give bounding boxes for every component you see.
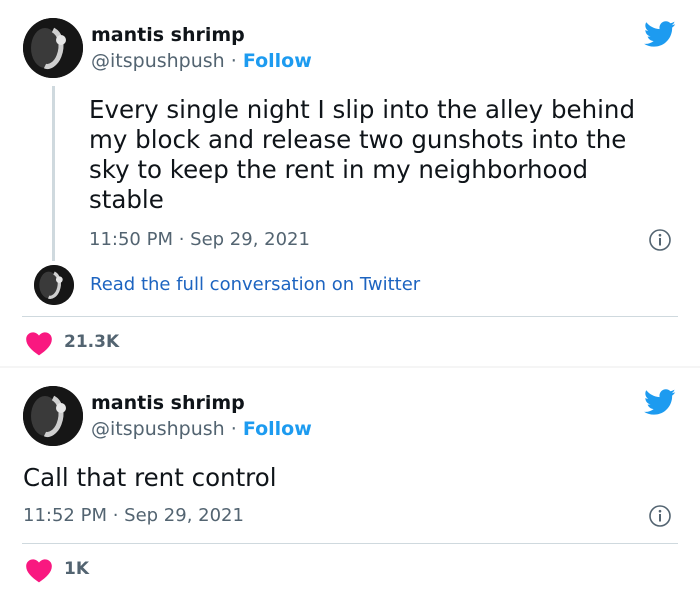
- separator-dot: ·: [230, 50, 237, 72]
- avatar[interactable]: [23, 18, 83, 78]
- heart-icon[interactable]: [25, 330, 53, 356]
- avatar-small[interactable]: [34, 265, 74, 305]
- tweet-text: Every single night I slip into the alley…: [89, 95, 636, 214]
- follow-button[interactable]: Follow: [243, 418, 312, 440]
- handle-row: @itspushpush · Follow: [91, 50, 312, 72]
- follow-button[interactable]: Follow: [243, 50, 312, 72]
- handle-row: @itspushpush · Follow: [91, 418, 312, 440]
- like-count[interactable]: 1K: [64, 559, 89, 579]
- separator-dot: ·: [230, 418, 237, 440]
- divider: [22, 543, 678, 544]
- tweet-card: mantis shrimp @itspushpush · Follow Call…: [0, 368, 700, 595]
- tweet-text: Call that rent control: [23, 463, 277, 492]
- author-handle[interactable]: @itspushpush: [91, 418, 225, 440]
- twitter-bird-icon[interactable]: [644, 386, 676, 418]
- like-count[interactable]: 21.3K: [64, 332, 119, 352]
- heart-icon[interactable]: [25, 557, 53, 583]
- divider: [22, 316, 678, 317]
- info-icon[interactable]: [648, 504, 672, 528]
- author-name[interactable]: mantis shrimp: [91, 24, 245, 46]
- twitter-bird-icon[interactable]: [644, 18, 676, 50]
- tweet-timestamp[interactable]: 11:50 PM · Sep 29, 2021: [89, 229, 310, 250]
- tweet-card: mantis shrimp @itspushpush · Follow Ever…: [0, 0, 700, 367]
- author-handle[interactable]: @itspushpush: [91, 50, 225, 72]
- author-name[interactable]: mantis shrimp: [91, 392, 245, 414]
- info-icon[interactable]: [648, 228, 672, 252]
- avatar[interactable]: [23, 386, 83, 446]
- thread-line: [52, 86, 55, 261]
- tweet-timestamp[interactable]: 11:52 PM · Sep 29, 2021: [23, 505, 244, 526]
- read-conversation-link[interactable]: Read the full conversation on Twitter: [90, 274, 420, 295]
